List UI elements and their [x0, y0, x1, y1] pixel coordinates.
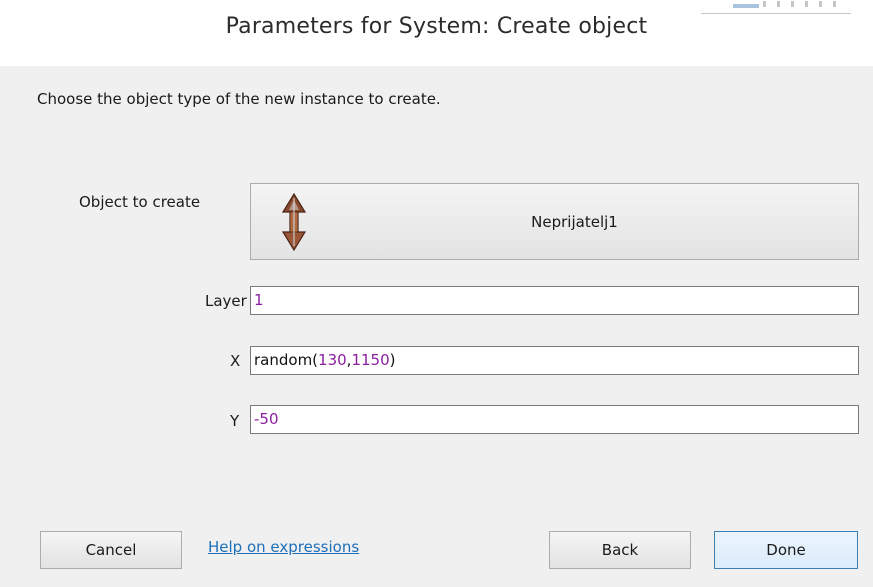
done-button[interactable]: Done — [714, 531, 858, 569]
x-arg1-token: 130 — [318, 351, 347, 369]
object-picker-button[interactable]: Neprijatelj1 — [250, 183, 859, 260]
y-label: Y — [230, 412, 240, 430]
x-label: X — [230, 352, 241, 370]
x-close-token: ) — [389, 351, 396, 369]
x-arg2-token: 1150 — [351, 351, 390, 369]
dialog-title: Parameters for System: Create object — [225, 14, 648, 39]
title-decoration — [701, 0, 851, 14]
cancel-button[interactable]: Cancel — [40, 531, 182, 569]
back-button[interactable]: Back — [549, 531, 691, 569]
y-input[interactable]: -50 — [250, 405, 859, 434]
help-on-expressions-link[interactable]: Help on expressions — [208, 538, 359, 556]
title-decoration-bar — [733, 4, 759, 8]
y-value: -50 — [254, 410, 279, 428]
create-object-dialog: Parameters for System: Create object Cho… — [0, 0, 873, 587]
instruction-text: Choose the object type of the new instan… — [37, 90, 441, 108]
layer-label: Layer — [205, 292, 247, 310]
title-decoration-dots — [763, 1, 843, 7]
object-to-create-label: Object to create — [79, 193, 201, 211]
object-name: Neprijatelj1 — [531, 212, 618, 231]
x-fn-token: random( — [254, 351, 319, 369]
title-bar: Parameters for System: Create object — [0, 0, 873, 66]
layer-input[interactable]: 1 — [250, 286, 859, 315]
layer-value: 1 — [254, 291, 264, 309]
x-input[interactable]: random(130,1150) — [250, 346, 859, 375]
